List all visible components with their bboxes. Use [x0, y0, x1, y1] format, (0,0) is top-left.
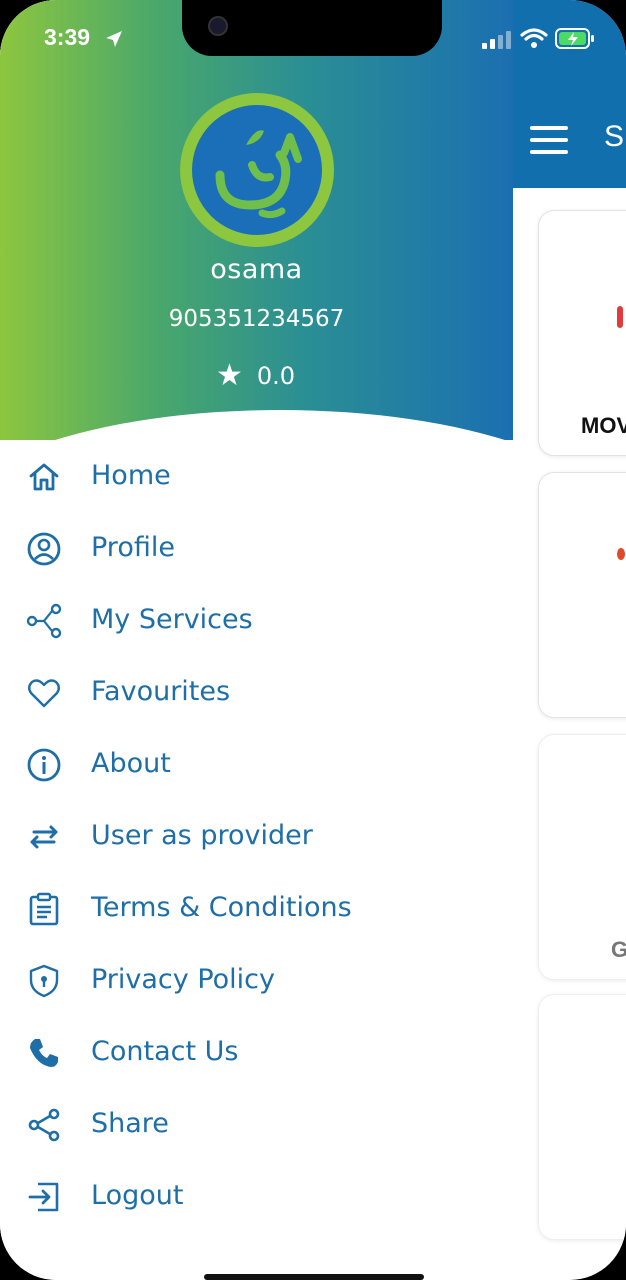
menu-item-label: Favourites — [91, 676, 231, 707]
menu-item-my-services[interactable]: My Services — [0, 591, 513, 651]
menu-item-about[interactable]: About — [0, 735, 513, 795]
menu-item-logout[interactable]: Logout — [0, 1167, 513, 1227]
home-indicator — [204, 1274, 424, 1280]
service-card[interactable] — [538, 994, 626, 1240]
menu-item-label: Terms & Conditions — [91, 892, 352, 923]
hamburger-menu-icon[interactable] — [530, 126, 568, 154]
phone-icon — [30, 1039, 58, 1067]
menu-item-label: User as provider — [91, 820, 313, 851]
info-icon — [27, 748, 61, 782]
rating-value: 0.0 — [256, 361, 296, 390]
clipboard-icon — [29, 892, 59, 926]
user-rating: ★ 0.0 — [216, 358, 295, 393]
navigation-drawer: osama 905351234567 ★ 0.0 Home Profile My… — [0, 0, 513, 1280]
heart-icon — [28, 679, 60, 708]
camera-icon — [208, 16, 228, 36]
user-name: osama — [210, 254, 303, 285]
phone-screen: S MOV G osama — [0, 0, 626, 1280]
card-image-icon — [617, 306, 623, 328]
service-card[interactable]: G — [538, 734, 626, 980]
menu-item-user-as-provider[interactable]: User as provider — [0, 807, 513, 867]
menu-item-label: Share — [91, 1108, 169, 1139]
menu-item-home[interactable]: Home — [0, 447, 513, 507]
menu-item-share[interactable]: Share — [0, 1095, 513, 1155]
card-label: G — [611, 937, 626, 963]
service-card[interactable] — [538, 472, 626, 718]
services-icon — [26, 603, 62, 639]
menu-item-privacy-policy[interactable]: Privacy Policy — [0, 951, 513, 1011]
status-bar: 3:39 — [0, 0, 626, 80]
share-icon — [28, 1108, 60, 1142]
menu-item-label: About — [91, 748, 171, 779]
menu-item-terms[interactable]: Terms & Conditions — [0, 879, 513, 939]
home-icon — [29, 463, 59, 491]
avatar[interactable] — [180, 93, 334, 247]
logout-icon — [28, 1182, 59, 1212]
menu-item-label: Profile — [91, 532, 175, 563]
menu-item-profile[interactable]: Profile — [0, 519, 513, 579]
menu-item-label: My Services — [91, 604, 253, 635]
service-card[interactable]: MOV — [538, 210, 626, 456]
signal-icon — [482, 31, 511, 49]
menu-item-label: Home — [91, 460, 171, 491]
shield-icon — [29, 964, 59, 998]
card-image-icon — [617, 548, 625, 560]
menu-item-favourites[interactable]: Favourites — [0, 663, 513, 723]
user-phone: 905351234567 — [168, 306, 345, 332]
wifi-icon — [520, 28, 548, 48]
app-title: S — [604, 120, 625, 153]
battery-charging-icon — [555, 28, 594, 49]
status-time: 3:39 — [44, 24, 91, 50]
star-icon: ★ — [216, 358, 243, 393]
header-curve — [0, 410, 513, 440]
menu-item-label: Contact Us — [91, 1036, 239, 1067]
menu-item-contact-us[interactable]: Contact Us — [0, 1023, 513, 1083]
menu-item-label: Privacy Policy — [91, 964, 276, 995]
swap-icon — [30, 825, 58, 849]
menu-item-label: Logout — [91, 1180, 184, 1211]
logo-icon — [192, 105, 322, 235]
location-arrow-icon — [106, 31, 122, 47]
card-label: MOV — [581, 413, 626, 438]
profile-icon — [27, 532, 61, 566]
